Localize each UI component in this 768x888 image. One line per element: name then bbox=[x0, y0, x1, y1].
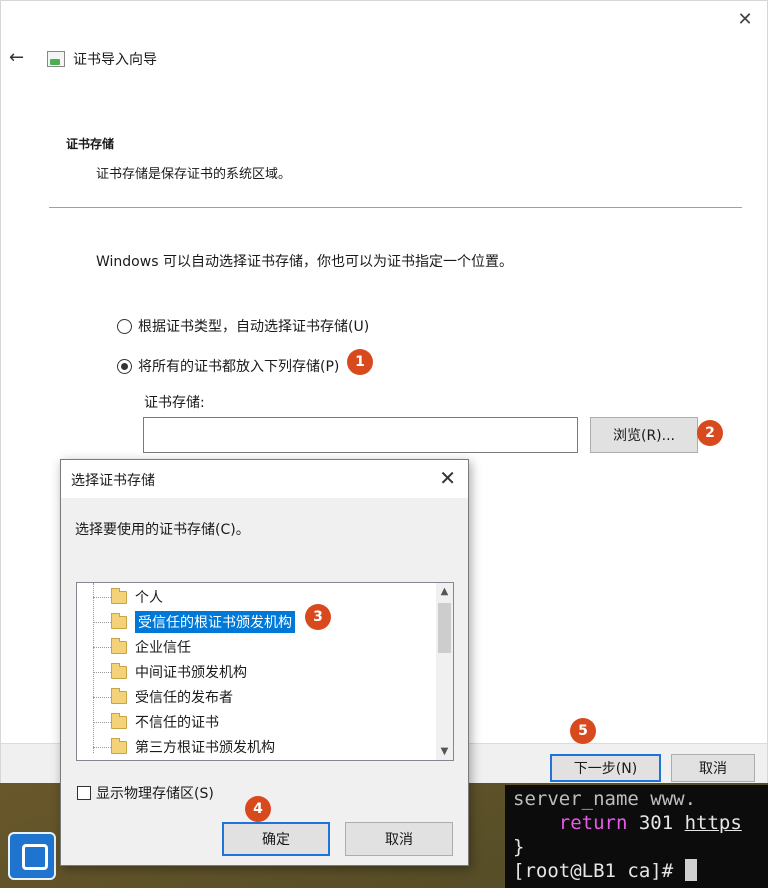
next-button[interactable]: 下一步(N) bbox=[550, 754, 661, 782]
tree-item-label: 不信任的证书 bbox=[135, 715, 219, 731]
back-arrow-icon[interactable]: ← bbox=[9, 47, 24, 68]
folder-icon bbox=[111, 712, 127, 729]
desktop-app-icon[interactable] bbox=[8, 832, 56, 880]
radio-manual-button[interactable] bbox=[117, 358, 132, 374]
dialog-titlebar: 选择证书存储 ✕ bbox=[61, 460, 468, 498]
scroll-up-icon[interactable]: ▲ bbox=[436, 583, 453, 600]
section-description: 证书存储是保存证书的系统区域。 bbox=[96, 167, 292, 182]
tree-item-label: 第三方根证书颁发机构 bbox=[135, 740, 275, 756]
wizard-cancel-button[interactable]: 取消 bbox=[671, 754, 755, 782]
step-badge-1: 1 bbox=[347, 349, 373, 375]
dialog-cancel-button[interactable]: 取消 bbox=[345, 822, 453, 856]
divider bbox=[49, 207, 742, 208]
tree-item[interactable]: 中间证书颁发机构 bbox=[111, 660, 247, 684]
terminal-window[interactable]: server_name www. return 301 https } [roo… bbox=[505, 785, 768, 888]
folder-icon bbox=[111, 662, 127, 679]
store-field-label: 证书存储: bbox=[144, 395, 205, 411]
radio-auto-button[interactable] bbox=[117, 318, 132, 334]
folder-icon bbox=[111, 687, 127, 704]
show-physical-stores[interactable]: 显示物理存储区(S) bbox=[77, 783, 214, 803]
info-text: Windows 可以自动选择证书存储，你也可以为证书指定一个位置。 bbox=[96, 254, 513, 270]
radio-auto-select[interactable]: 根据证书类型，自动选择证书存储(U) bbox=[117, 316, 369, 336]
tree-item[interactable]: 不信任的证书 bbox=[111, 710, 219, 734]
tree-item-label: 企业信任 bbox=[135, 640, 191, 656]
terminal-return-keyword: return bbox=[558, 812, 628, 834]
step-badge-4: 4 bbox=[245, 796, 271, 822]
tree-connector bbox=[93, 672, 111, 673]
radio-auto-label: 根据证书类型，自动选择证书存储(U) bbox=[138, 319, 370, 335]
dialog-close-icon[interactable]: ✕ bbox=[439, 466, 456, 490]
show-physical-label: 显示物理存储区(S) bbox=[96, 786, 214, 802]
step-badge-5: 5 bbox=[570, 718, 596, 744]
tree-connector bbox=[93, 597, 111, 598]
tree-connector bbox=[93, 622, 111, 623]
certificate-icon bbox=[47, 51, 65, 67]
folder-icon bbox=[111, 587, 127, 604]
tree-connector bbox=[93, 697, 111, 698]
select-store-dialog: 选择证书存储 ✕ 选择要使用的证书存储(C)。 个人受信任的根证书颁发机构企业信… bbox=[60, 459, 469, 866]
section-title: 证书存储 bbox=[66, 137, 115, 151]
tree-item-label: 受信任的发布者 bbox=[135, 690, 233, 706]
step-badge-2: 2 bbox=[697, 420, 723, 446]
terminal-url: https bbox=[684, 812, 742, 834]
step-badge-3: 3 bbox=[305, 604, 331, 630]
tree-item[interactable]: 企业信任 bbox=[111, 635, 191, 659]
radio-manual-label: 将所有的证书都放入下列存储(P) bbox=[138, 359, 340, 375]
tree-item[interactable]: 第三方根证书颁发机构 bbox=[111, 735, 275, 759]
terminal-line-3: } bbox=[513, 836, 525, 858]
tree-item[interactable]: 受信任的根证书颁发机构 bbox=[111, 610, 295, 634]
folder-icon bbox=[111, 612, 127, 629]
tree-connector bbox=[93, 722, 111, 723]
tree-item-label: 受信任的根证书颁发机构 bbox=[135, 611, 295, 633]
show-physical-checkbox[interactable] bbox=[77, 786, 91, 800]
folder-icon bbox=[111, 637, 127, 654]
tree-scrollbar[interactable]: ▲ ▼ bbox=[436, 583, 453, 760]
scroll-down-icon[interactable]: ▼ bbox=[436, 743, 453, 760]
tree-guide-line bbox=[93, 583, 94, 753]
browse-button[interactable]: 浏览(R)... bbox=[590, 417, 698, 453]
wizard-title: 证书导入向导 bbox=[73, 52, 157, 68]
terminal-cursor bbox=[684, 859, 697, 881]
terminal-line-2-rest: 301 bbox=[627, 812, 685, 834]
tree-item-label: 个人 bbox=[135, 590, 163, 606]
folder-icon bbox=[111, 737, 127, 754]
store-input[interactable] bbox=[143, 417, 578, 453]
ok-button[interactable]: 确定 bbox=[222, 822, 330, 856]
dialog-prompt: 选择要使用的证书存储(C)。 bbox=[75, 522, 250, 538]
dialog-title: 选择证书存储 bbox=[71, 473, 155, 489]
scroll-thumb[interactable] bbox=[438, 603, 451, 653]
terminal-line-1: server_name www. bbox=[513, 788, 697, 810]
tree-connector bbox=[93, 747, 111, 748]
tree-item-label: 中间证书颁发机构 bbox=[135, 665, 247, 681]
tree-connector bbox=[93, 647, 111, 648]
close-icon[interactable]: ✕ bbox=[735, 10, 755, 30]
radio-manual-select[interactable]: 将所有的证书都放入下列存储(P) bbox=[117, 356, 339, 376]
terminal-prompt: [root@LB1 ca]# bbox=[513, 860, 685, 882]
store-tree[interactable]: 个人受信任的根证书颁发机构企业信任中间证书颁发机构 受信任的发布者 不信任的证书第三… bbox=[76, 582, 454, 761]
tree-item[interactable]: 个人 bbox=[111, 585, 163, 609]
tree-item[interactable]: 受信任的发布者 bbox=[111, 685, 233, 709]
wizard-header: ← 证书导入向导 bbox=[1, 41, 768, 77]
